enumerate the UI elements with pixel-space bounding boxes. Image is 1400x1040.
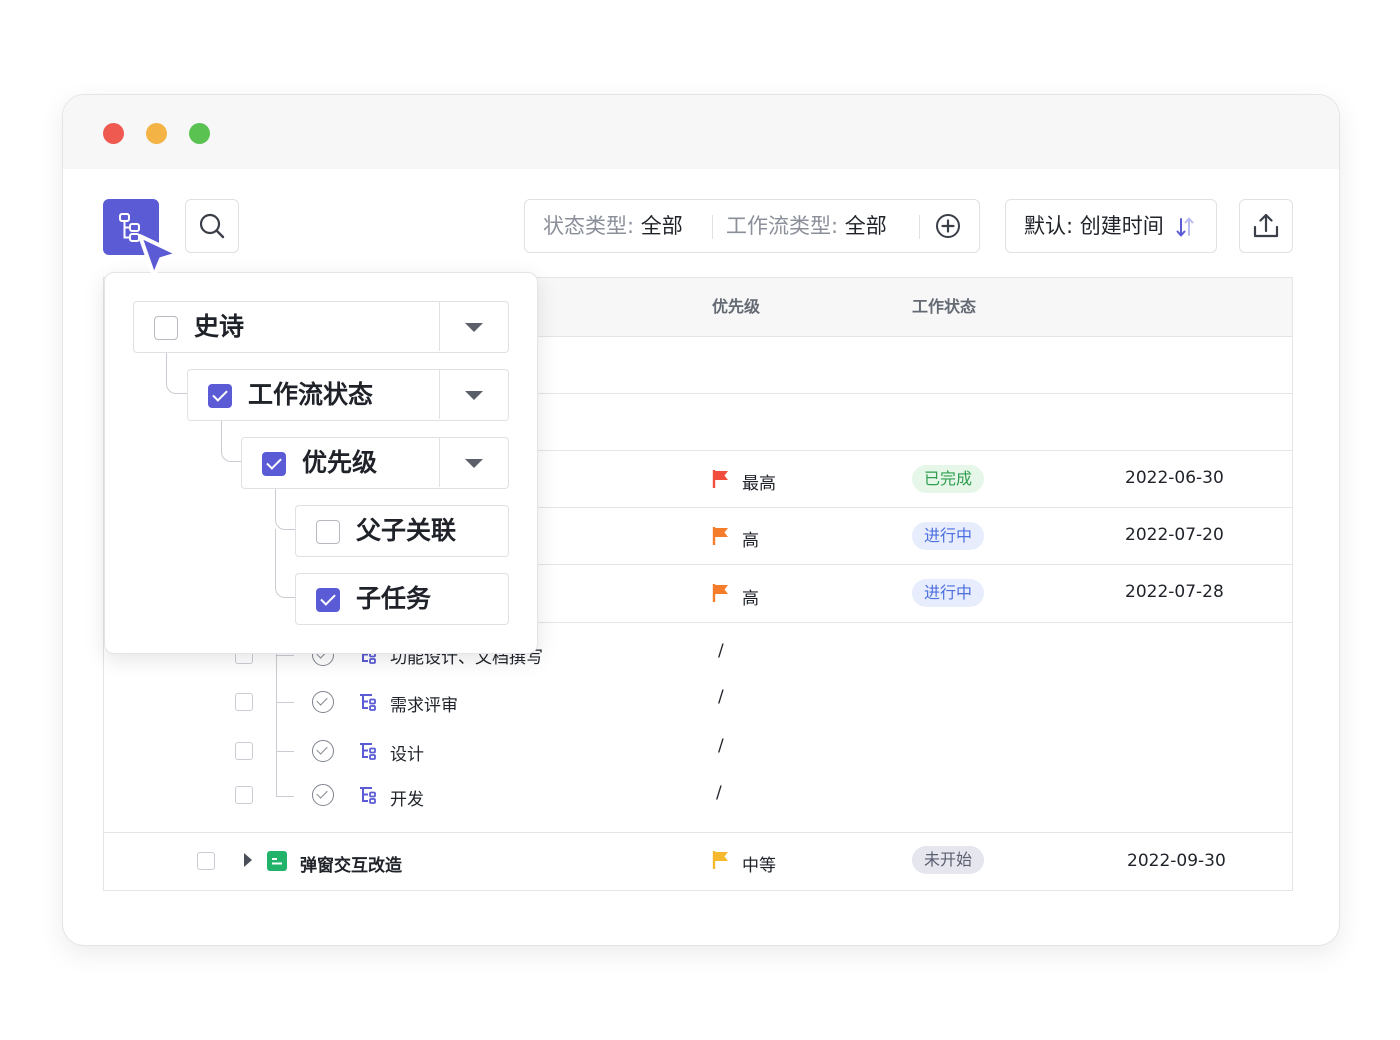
subtask-icon	[360, 694, 376, 711]
flag-icon	[712, 584, 728, 602]
group-level-workflow-status[interactable]: 工作流状态	[187, 369, 509, 421]
check-circle-icon[interactable]	[312, 691, 334, 713]
status-type-filter[interactable]: 状态类型: 全部	[543, 200, 683, 252]
row-checkbox[interactable]	[197, 852, 215, 870]
group-level-priority[interactable]: 优先级	[241, 437, 509, 489]
group-level-checkbox[interactable]	[154, 316, 178, 340]
subtask-icon	[360, 743, 376, 760]
plus-circle-icon[interactable]	[935, 213, 961, 239]
group-level-subtask[interactable]: 子任务	[295, 573, 509, 625]
due-date: 2022-07-20	[1125, 525, 1224, 545]
story-icon	[267, 851, 287, 871]
export-icon	[1253, 213, 1279, 238]
subtask-title: 开发	[390, 790, 424, 810]
tree-connector	[276, 796, 294, 797]
flag-icon	[712, 527, 728, 545]
title-bar	[63, 95, 1339, 169]
chevron-down-icon[interactable]	[465, 459, 483, 468]
workflow-type-label: 工作流类型:	[726, 214, 839, 238]
tree-connector	[276, 702, 294, 703]
minimize-window-button[interactable]	[146, 123, 167, 144]
tree-connector	[166, 353, 187, 394]
group-level-parent-child[interactable]: 父子关联	[295, 505, 509, 557]
filter-divider	[919, 215, 920, 239]
divider	[438, 370, 440, 419]
group-level-label: 子任务	[356, 584, 432, 613]
subtask-title: 需求评审	[390, 696, 458, 716]
filter-bar: 状态类型: 全部 工作流类型: 全部	[524, 199, 980, 253]
subtask-icon	[360, 787, 376, 804]
divider	[438, 302, 440, 351]
tree-connector	[276, 751, 294, 752]
check-circle-icon[interactable]	[312, 784, 334, 806]
search-button[interactable]	[185, 199, 239, 253]
column-header-priority[interactable]: 优先级	[712, 278, 760, 336]
search-icon	[199, 213, 225, 239]
group-by-popup: 史诗 工作流状态 优先级 父子关联 子任务	[104, 272, 538, 654]
table-row[interactable]: 弹窗交互改造 中等 未开始 2022-09-30	[104, 832, 1292, 890]
group-level-label: 工作流状态	[248, 380, 374, 409]
export-button[interactable]	[1239, 199, 1293, 253]
close-window-button[interactable]	[103, 123, 124, 144]
status-type-value: 全部	[640, 214, 683, 238]
cursor-icon	[138, 234, 180, 278]
flag-icon	[712, 470, 728, 488]
group-level-epic[interactable]: 史诗	[133, 301, 509, 353]
tree-connector	[276, 655, 294, 656]
group-level-label: 史诗	[194, 312, 245, 341]
due-date: 2022-07-28	[1125, 582, 1224, 602]
status-badge: 已完成	[912, 465, 985, 493]
chevron-down-icon[interactable]	[465, 323, 483, 332]
priority-text: /	[716, 783, 722, 803]
tree-connector	[275, 489, 296, 530]
group-level-checkbox[interactable]	[262, 452, 286, 476]
sort-selector[interactable]: 默认: 创建时间	[1005, 199, 1217, 253]
status-badge: 进行中	[912, 522, 985, 550]
task-title[interactable]: 弹窗交互改造	[300, 851, 402, 876]
group-level-checkbox[interactable]	[208, 384, 232, 408]
chevron-down-icon[interactable]	[465, 391, 483, 400]
priority-text: /	[718, 736, 724, 756]
priority-text: 中等	[742, 856, 776, 876]
priority-text: /	[718, 687, 724, 707]
status-badge: 进行中	[912, 579, 985, 607]
subtask-title: 设计	[390, 745, 424, 765]
row-checkbox[interactable]	[235, 786, 253, 804]
row-checkbox[interactable]	[235, 693, 253, 711]
priority-text: 最高	[742, 474, 776, 494]
workflow-type-value: 全部	[844, 214, 887, 238]
maximize-window-button[interactable]	[189, 123, 210, 144]
row-checkbox[interactable]	[235, 742, 253, 760]
divider	[438, 438, 440, 487]
filter-divider	[712, 215, 713, 239]
group-level-checkbox[interactable]	[316, 520, 340, 544]
due-date: 2022-06-30	[1125, 468, 1224, 488]
sort-label: 默认: 创建时间	[1024, 214, 1164, 238]
workflow-type-filter[interactable]: 工作流类型: 全部	[726, 200, 887, 252]
due-date: 2022-09-30	[1127, 851, 1226, 871]
flag-icon	[712, 851, 728, 869]
tree-connector	[221, 421, 242, 462]
expand-arrow-icon[interactable]	[244, 853, 252, 867]
group-level-label: 优先级	[302, 448, 378, 477]
group-level-label: 父子关联	[356, 516, 457, 545]
priority-text: 高	[742, 531, 759, 551]
group-level-checkbox[interactable]	[316, 588, 340, 612]
priority-text: /	[718, 641, 724, 661]
tree-connector	[275, 529, 296, 598]
priority-text: 高	[742, 589, 759, 609]
status-badge: 未开始	[912, 846, 985, 874]
check-circle-icon[interactable]	[312, 740, 334, 762]
status-type-label: 状态类型:	[543, 214, 635, 238]
sort-arrows-icon[interactable]	[1176, 216, 1194, 238]
column-header-status[interactable]: 工作状态	[912, 278, 976, 336]
